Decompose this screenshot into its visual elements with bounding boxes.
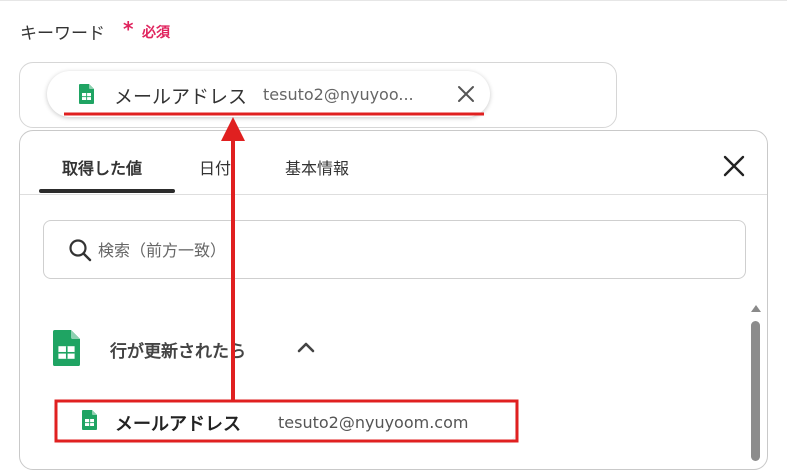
- section-title: 行が更新されたら: [110, 342, 246, 362]
- result-value: tesuto2@nyuyoom.com: [278, 413, 469, 432]
- active-tab-indicator: [39, 189, 175, 193]
- chevron-up-icon[interactable]: [297, 341, 315, 353]
- search-icon: [69, 239, 92, 262]
- chip-label: メールアドレス: [114, 86, 248, 108]
- selected-value-chip[interactable]: メールアドレス tesuto2@nyuyoo...: [47, 71, 490, 117]
- google-sheets-icon: [82, 410, 97, 430]
- google-sheets-icon: [79, 84, 94, 104]
- top-divider: [0, 0, 787, 1]
- chip-value: tesuto2@nyuyoo...: [263, 85, 414, 104]
- keyword-field-label: キーワード: [20, 24, 105, 44]
- required-label: 必須: [142, 25, 170, 41]
- tabs-divider: [20, 194, 767, 195]
- tab-retrieved-values[interactable]: 取得した値: [62, 155, 142, 179]
- close-icon[interactable]: [456, 84, 476, 104]
- close-icon[interactable]: [722, 154, 746, 178]
- scrollbar-thumb[interactable]: [751, 321, 760, 461]
- result-label: メールアドレス: [115, 414, 241, 435]
- required-asterisk: *: [123, 17, 134, 41]
- tab-date[interactable]: 日付: [199, 155, 231, 179]
- result-item-email[interactable]: メールアドレス tesuto2@nyuyoom.com: [56, 401, 515, 440]
- scroll-up-arrow[interactable]: [751, 305, 761, 312]
- tab-basic-info[interactable]: 基本情報: [285, 155, 349, 179]
- search-input[interactable]: [98, 236, 698, 264]
- google-sheets-icon: [53, 330, 80, 366]
